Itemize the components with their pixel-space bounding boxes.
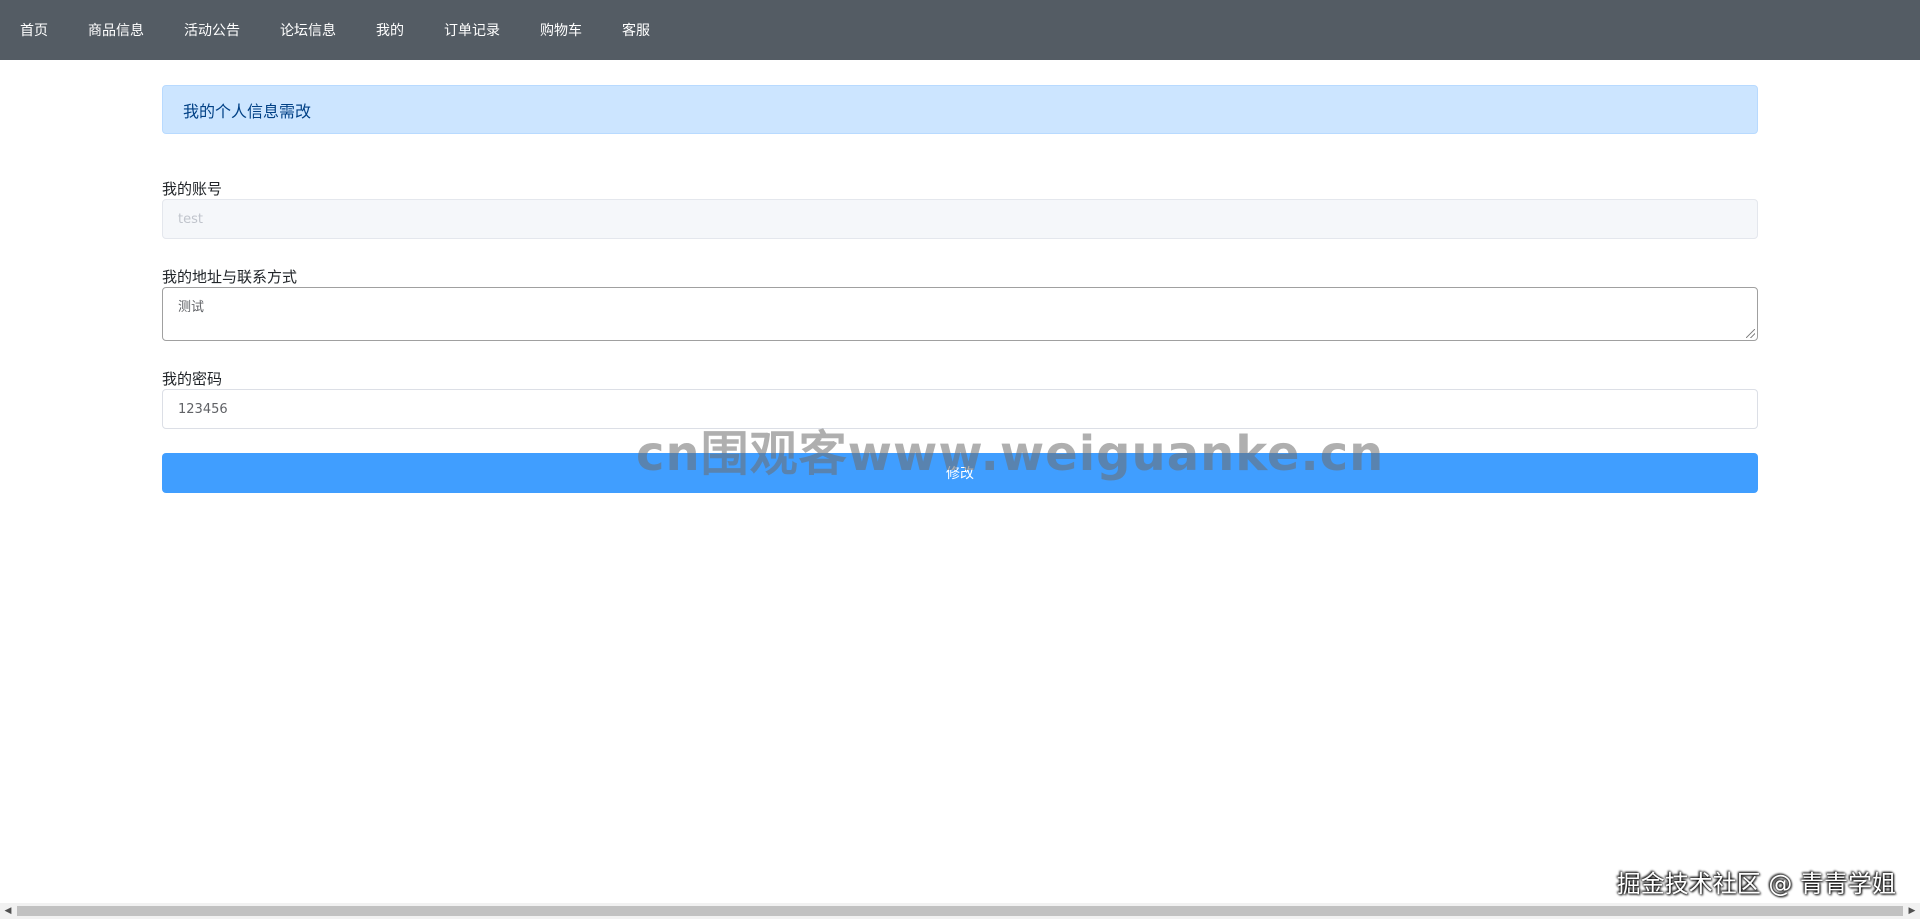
address-form-group: 我的地址与联系方式 测试 bbox=[162, 267, 1758, 341]
nav-item-label: 论坛信息 bbox=[280, 23, 336, 39]
scrollbar-thumb[interactable] bbox=[17, 906, 1903, 916]
password-input[interactable]: 123456 bbox=[162, 389, 1758, 429]
nav-item-label: 商品信息 bbox=[88, 23, 144, 39]
nav-item-cart[interactable]: 购物车 bbox=[540, 0, 582, 60]
watermark-corner: 掘金技术社区 @ 青青学姐 bbox=[1616, 870, 1896, 898]
resize-grip-icon[interactable] bbox=[1746, 329, 1755, 338]
nav-item-label: 购物车 bbox=[540, 23, 582, 39]
account-input: test bbox=[162, 199, 1758, 239]
horizontal-scrollbar[interactable]: ◀ ▶ bbox=[0, 903, 1920, 919]
top-nav-bar: 首页 商品信息 活动公告 论坛信息 我的 订单记录 购物车 客服 bbox=[0, 0, 1920, 60]
scroll-right-arrow-icon[interactable]: ▶ bbox=[1904, 903, 1920, 919]
scroll-left-arrow-icon[interactable]: ◀ bbox=[0, 903, 16, 919]
address-textarea[interactable]: 测试 bbox=[162, 287, 1758, 341]
account-value: test bbox=[178, 211, 203, 227]
page-title: 我的个人信息需改 bbox=[183, 101, 312, 121]
nav-item-products[interactable]: 商品信息 bbox=[88, 0, 144, 60]
nav-item-label: 活动公告 bbox=[184, 23, 240, 39]
password-form-group: 我的密码 123456 bbox=[162, 369, 1758, 429]
account-label: 我的账号 bbox=[162, 180, 223, 198]
nav-item-orders[interactable]: 订单记录 bbox=[444, 0, 500, 60]
nav-item-forum[interactable]: 论坛信息 bbox=[280, 0, 336, 60]
nav-item-announcements[interactable]: 活动公告 bbox=[184, 0, 240, 60]
nav-item-label: 客服 bbox=[622, 23, 650, 39]
nav-item-label: 首页 bbox=[20, 23, 48, 39]
address-value: 测试 bbox=[178, 300, 205, 315]
submit-button-label: 修改 bbox=[946, 466, 974, 482]
address-label: 我的地址与联系方式 bbox=[162, 268, 298, 286]
nav-item-label: 我的 bbox=[376, 23, 404, 39]
submit-button[interactable]: 修改 bbox=[162, 453, 1758, 493]
password-label: 我的密码 bbox=[162, 370, 223, 388]
nav-item-support[interactable]: 客服 bbox=[622, 0, 650, 60]
password-value: 123456 bbox=[178, 401, 228, 417]
nav-item-mine[interactable]: 我的 bbox=[376, 0, 404, 60]
profile-edit-panel: 我的个人信息需改 我的账号 test 我的地址与联系方式 测试 我的密码 123… bbox=[162, 85, 1758, 493]
nav-item-label: 订单记录 bbox=[444, 23, 500, 39]
page-title-alert: 我的个人信息需改 bbox=[162, 85, 1758, 134]
nav-item-home[interactable]: 首页 bbox=[20, 0, 48, 60]
account-form-group: 我的账号 test bbox=[162, 179, 1758, 239]
